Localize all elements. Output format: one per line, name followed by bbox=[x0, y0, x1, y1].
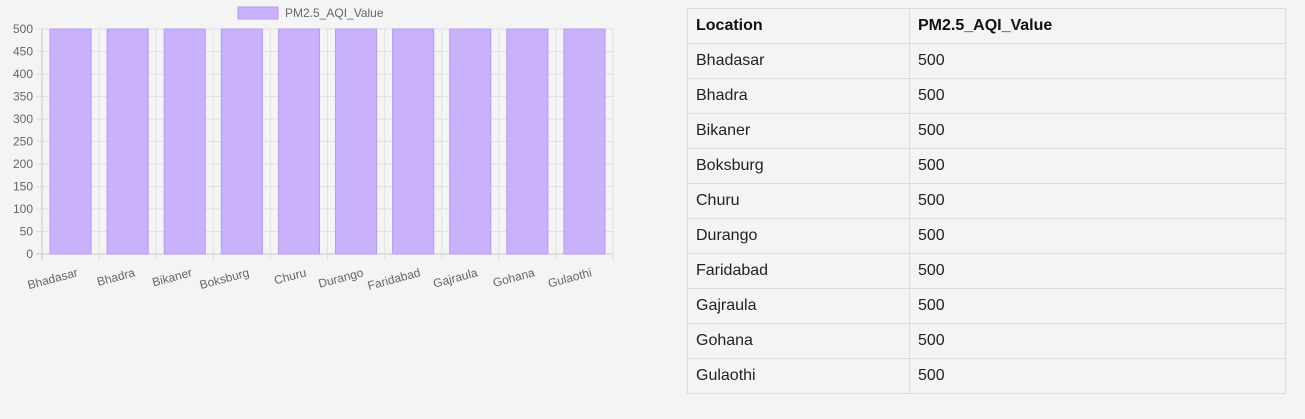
table-row: Boksburg 500 bbox=[687, 148, 1286, 184]
cell-value: 500 bbox=[909, 253, 1286, 289]
y-tick-label: 300 bbox=[13, 112, 33, 126]
table-row: Bikaner 500 bbox=[687, 113, 1286, 149]
header-location: Location bbox=[687, 8, 910, 44]
x-tick-label: Gajraula bbox=[432, 265, 480, 290]
table-row: Faridabad 500 bbox=[687, 253, 1286, 289]
x-tick-label: Bikaner bbox=[151, 265, 194, 289]
bar-chart: 0 50 100 150 200 250 300 350 400 450 500 Bhadasar Bh… bbox=[0, 0, 640, 300]
cell-location: Bhadra bbox=[687, 78, 910, 114]
x-tick-label: Gulaothi bbox=[546, 265, 593, 290]
y-tick-label: 450 bbox=[13, 45, 33, 59]
y-tick-label: 400 bbox=[13, 67, 33, 81]
x-tick-label: Boksburg bbox=[198, 265, 251, 292]
cell-value: 500 bbox=[909, 43, 1286, 79]
y-tick-label: 200 bbox=[13, 157, 33, 171]
table-row: Gulaothi 500 bbox=[687, 358, 1286, 394]
cell-value: 500 bbox=[909, 218, 1286, 254]
table-row: Churu 500 bbox=[687, 183, 1286, 219]
legend-label: PM2.5_AQI_Value bbox=[285, 6, 384, 20]
table-row: Gajraula 500 bbox=[687, 288, 1286, 324]
bar bbox=[220, 28, 263, 255]
header-pm25: PM2.5_AQI_Value bbox=[909, 8, 1286, 44]
cell-location: Gulaothi bbox=[687, 358, 910, 394]
cell-location: Bikaner bbox=[687, 113, 910, 149]
data-table: Location PM2.5_AQI_Value Bhadasar 500 Bha… bbox=[687, 8, 1286, 394]
cell-location: Faridabad bbox=[687, 253, 910, 289]
bar bbox=[334, 28, 378, 255]
x-tick-label: Bhadasar bbox=[26, 265, 79, 292]
x-tick-label: Faridabad bbox=[366, 265, 422, 293]
table-row: Bhadra 500 bbox=[687, 78, 1286, 114]
x-tick-label: Durango bbox=[317, 265, 365, 291]
cell-location: Gohana bbox=[687, 323, 910, 359]
y-tick-label: 350 bbox=[13, 90, 33, 104]
x-tick-label: Gohana bbox=[491, 265, 536, 290]
y-tick-label: 500 bbox=[13, 22, 33, 36]
table-row: Bhadasar 500 bbox=[687, 43, 1286, 79]
cell-value: 500 bbox=[909, 183, 1286, 219]
cell-value: 500 bbox=[909, 323, 1286, 359]
y-tick-label: 150 bbox=[13, 180, 33, 194]
bar bbox=[506, 28, 549, 255]
bar bbox=[163, 28, 206, 255]
x-tick-label: Churu bbox=[273, 265, 308, 287]
table-row: Gohana 500 bbox=[687, 323, 1286, 359]
cell-location: Gajraula bbox=[687, 288, 910, 324]
cell-location: Bhadasar bbox=[687, 43, 910, 79]
table-header-row: Location PM2.5_AQI_Value bbox=[687, 8, 1286, 44]
cell-location: Durango bbox=[687, 218, 910, 254]
y-tick-label: 0 bbox=[26, 247, 33, 261]
legend-swatch bbox=[237, 6, 279, 20]
y-tick-label: 50 bbox=[20, 225, 34, 239]
y-tick-label: 250 bbox=[13, 135, 33, 149]
cell-value: 500 bbox=[909, 148, 1286, 184]
cell-value: 500 bbox=[909, 113, 1286, 149]
x-tick-label: Bhadra bbox=[95, 265, 136, 289]
bar bbox=[49, 28, 92, 255]
cell-location: Churu bbox=[687, 183, 910, 219]
bar bbox=[449, 28, 492, 255]
bar bbox=[563, 28, 606, 255]
bar bbox=[277, 28, 321, 255]
bar bbox=[106, 28, 149, 255]
chart-svg: 0 50 100 150 200 250 300 350 400 450 500 Bhadasar Bh… bbox=[13, 6, 614, 293]
table-row: Durango 500 bbox=[687, 218, 1286, 254]
cell-value: 500 bbox=[909, 288, 1286, 324]
cell-value: 500 bbox=[909, 358, 1286, 394]
cell-location: Boksburg bbox=[687, 148, 910, 184]
y-tick-label: 100 bbox=[13, 202, 33, 216]
cell-value: 500 bbox=[909, 78, 1286, 114]
bar bbox=[392, 28, 435, 255]
